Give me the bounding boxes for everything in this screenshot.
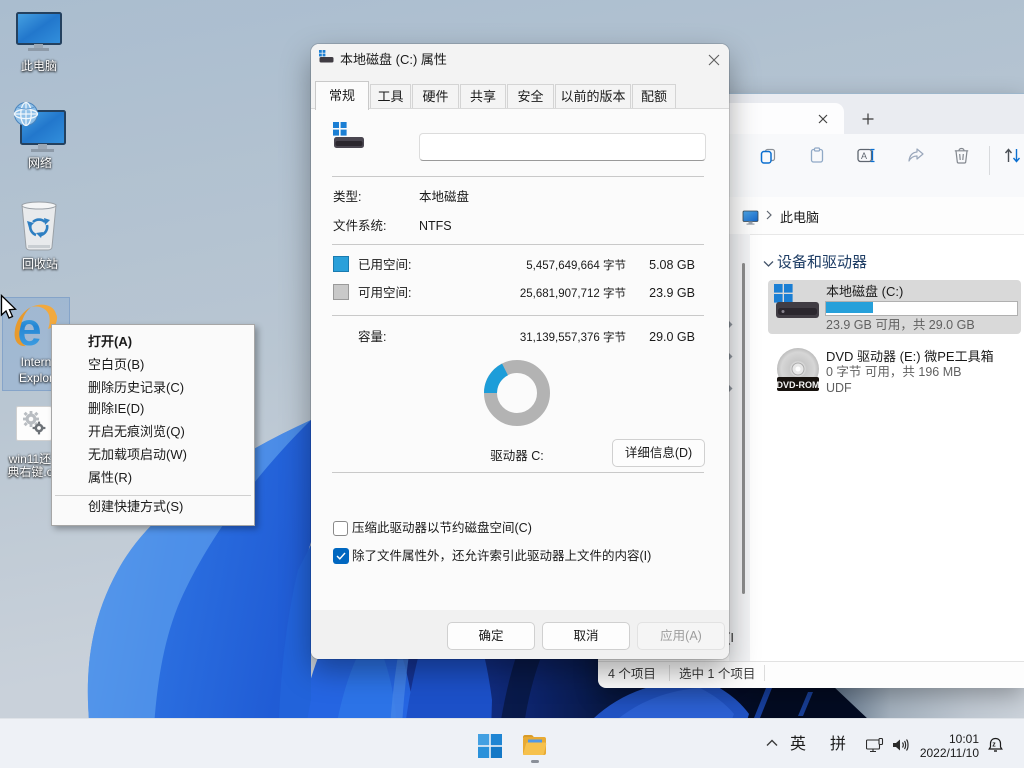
svg-text:DVD-ROM: DVD-ROM	[777, 380, 819, 390]
svg-text:z: z	[992, 742, 996, 749]
svg-text:A: A	[861, 151, 867, 161]
